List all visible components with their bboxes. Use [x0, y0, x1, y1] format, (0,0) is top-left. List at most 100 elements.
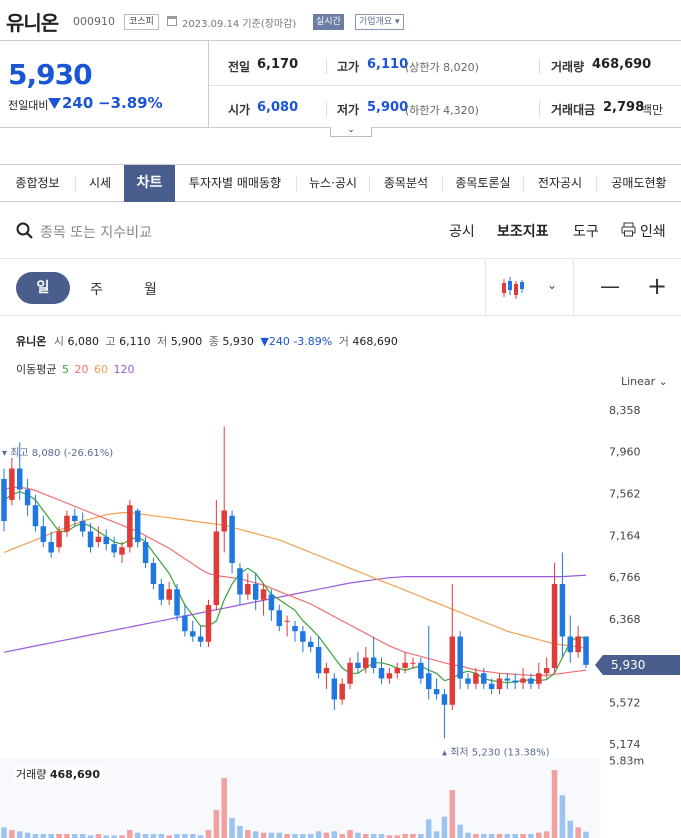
- volume-bar: [425, 819, 432, 838]
- period-week-button[interactable]: 주: [90, 279, 103, 299]
- prev-close-label: 전일: [228, 60, 251, 74]
- candle-body: [323, 668, 330, 674]
- candle-body: [441, 694, 448, 705]
- volume-panel-label: 거래량 468,690: [14, 766, 102, 782]
- tab-summary[interactable]: 종합정보: [0, 165, 75, 202]
- candle-body: [95, 536, 102, 542]
- volume-bar: [56, 834, 62, 838]
- tab-news[interactable]: 뉴스·공시: [297, 165, 369, 202]
- volume-bar: [378, 834, 385, 838]
- ma-20[interactable]: 20: [74, 363, 88, 376]
- stock-code: 000910: [73, 15, 115, 28]
- scale-selector[interactable]: Linear ⌄: [621, 375, 668, 388]
- amount-unit: 백만: [641, 103, 664, 117]
- y-tick-label: 7,562: [609, 487, 641, 500]
- candle-body: [433, 689, 440, 695]
- current-price-marker: 5,930: [595, 655, 680, 675]
- volume-bar: [559, 795, 566, 838]
- ma-5[interactable]: 5: [62, 363, 69, 376]
- tab-discussion[interactable]: 종목토론실: [443, 165, 523, 202]
- scale-mode-label: Linear: [621, 375, 656, 388]
- disclosure-button[interactable]: 공시: [449, 221, 475, 241]
- volume-bar: [260, 832, 267, 838]
- candle-body: [134, 510, 141, 542]
- ma5-line: [3, 490, 587, 684]
- base-date: 2023.09.14 기준(장마감): [182, 19, 297, 30]
- zoom-in-button[interactable]: +: [647, 272, 667, 300]
- tab-investor-trading[interactable]: 투자자별 매매동향: [175, 165, 295, 202]
- candle-body: [449, 636, 456, 705]
- candle-body: [512, 680, 518, 683]
- candle-body: [331, 678, 338, 700]
- tab-quotes[interactable]: 시세: [76, 165, 124, 202]
- down-triangle-icon: [48, 94, 61, 112]
- candle-body: [473, 673, 479, 684]
- y-tick-label: 5,572: [609, 696, 641, 709]
- high-value: 6,110: [367, 57, 409, 72]
- tab-short-selling[interactable]: 공매도현황: [597, 165, 681, 202]
- candlestick-type-icon[interactable]: [500, 275, 526, 305]
- volume-bar: [276, 832, 283, 838]
- tab-e-disclosure[interactable]: 전자공시: [524, 165, 596, 202]
- quote-high: 6,110: [119, 335, 151, 348]
- stock-header: 유니온 000910 코스피 2023.09.14 기준(장마감) 실시간 기업…: [0, 0, 681, 40]
- candle-body: [307, 641, 314, 647]
- current-price: 5,930: [8, 58, 93, 91]
- volume-bar: [150, 834, 157, 838]
- calendar-icon: [167, 16, 177, 26]
- divider: [539, 101, 540, 117]
- volume-bar: [284, 834, 290, 838]
- realtime-button[interactable]: 실시간: [313, 14, 344, 30]
- tab-analysis[interactable]: 종목분석: [370, 165, 442, 202]
- candle-body: [64, 515, 70, 532]
- volume-bar: [307, 834, 314, 838]
- tab-chart[interactable]: 차트: [124, 165, 175, 202]
- volume-bar: [205, 830, 212, 838]
- indicators-button[interactable]: 보조지표: [497, 221, 549, 241]
- period-month-button[interactable]: 월: [144, 279, 157, 299]
- chart-toolbar: 종목 또는 지수비교 공시 보조지표 도구 인쇄: [0, 203, 681, 259]
- compare-search-input[interactable]: 종목 또는 지수비교: [40, 222, 152, 242]
- company-overview-button[interactable]: 기업개요 ▾: [355, 14, 404, 30]
- candle-body: [425, 673, 432, 689]
- candle-body: [363, 657, 369, 668]
- market-badge: 코스피: [124, 14, 159, 30]
- ma-60[interactable]: 60: [94, 363, 108, 376]
- chevron-down-icon[interactable]: ⌄: [547, 278, 557, 292]
- ma-120[interactable]: 120: [113, 363, 134, 376]
- volume-bar: [355, 832, 361, 838]
- quote-close: 5,930: [222, 335, 254, 348]
- quote-low: 5,900: [170, 335, 203, 348]
- candle-body: [276, 610, 283, 626]
- candle-body: [221, 510, 227, 532]
- volume-bar: [127, 830, 133, 838]
- candle-body: [72, 515, 78, 521]
- price-chart[interactable]: 8,358 7,960 7,562 7,164 6,766 6,368 5,572 5,174…: [0, 395, 681, 838]
- candle-body: [16, 468, 23, 490]
- candle-body: [567, 636, 574, 653]
- volume-bar: [95, 834, 102, 838]
- change-label: 전일대비: [8, 99, 49, 112]
- candle-body: [528, 678, 534, 684]
- volume-bar: [9, 830, 15, 838]
- volume-bar: [339, 834, 345, 838]
- expand-toggle[interactable]: ⌄: [330, 126, 372, 137]
- volume-bar: [252, 831, 259, 838]
- divider: [539, 58, 540, 74]
- candle-body: [355, 662, 361, 668]
- volume-label: 거래량: [551, 60, 585, 74]
- quote-high-label: 고: [105, 335, 116, 348]
- period-day-button[interactable]: 일: [16, 272, 70, 304]
- candle-body: [127, 505, 133, 548]
- volume-label: 거래량: [16, 768, 47, 781]
- tools-button[interactable]: 도구: [573, 221, 599, 241]
- quote-line: 유니온 시 6,080 고 6,110 저 5,900 종 5,930 ▼240…: [16, 333, 398, 349]
- candle-body: [370, 657, 377, 668]
- printer-icon[interactable]: [621, 222, 636, 241]
- print-button[interactable]: 인쇄: [640, 221, 666, 241]
- volume-bar: [32, 834, 39, 838]
- zoom-out-button[interactable]: —: [600, 274, 620, 298]
- candle-body: [551, 584, 558, 668]
- search-icon[interactable]: [16, 222, 34, 244]
- upper-limit: (상한가 8,020): [405, 61, 479, 74]
